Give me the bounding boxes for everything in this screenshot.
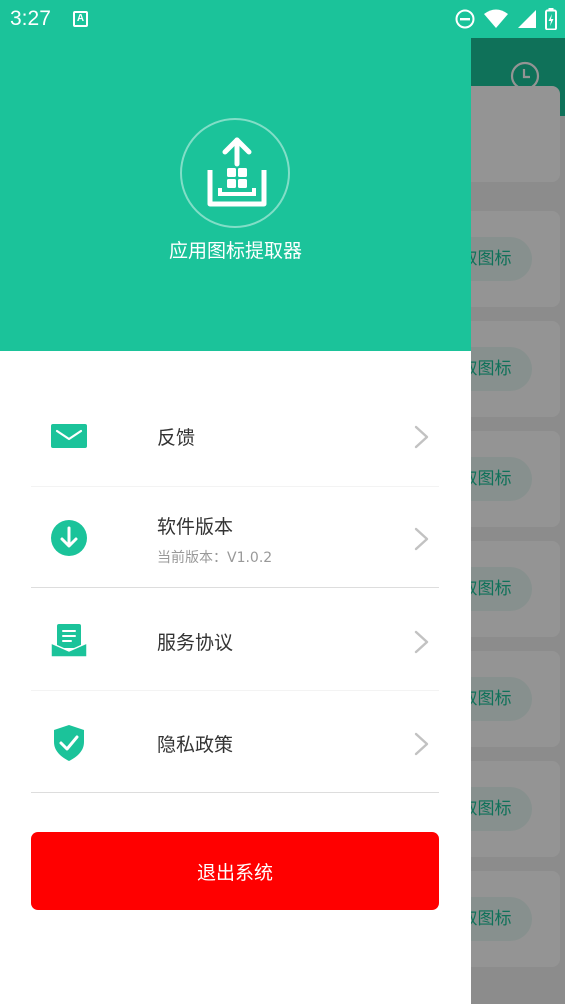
chevron-right-icon — [414, 630, 429, 654]
drawer-header: 应用图标提取器 — [0, 0, 471, 351]
menu-item-service-agreement[interactable]: 服务协议 — [31, 590, 439, 693]
menu-item-feedback[interactable]: 反馈 — [31, 385, 439, 488]
menu-item-label: 反馈 — [157, 427, 196, 449]
agreement-icon — [50, 624, 88, 658]
status-bar: 3:27 A — [0, 0, 565, 38]
app-logo — [180, 118, 290, 228]
chevron-right-icon — [414, 732, 429, 756]
status-icons — [455, 7, 557, 31]
app-name: 应用图标提取器 — [168, 240, 302, 262]
menu-item-version[interactable]: 软件版本 当前版本：V1.0.2 — [31, 487, 439, 590]
divider — [31, 792, 439, 793]
download-icon — [51, 520, 87, 556]
status-time: 3:27 — [10, 7, 51, 30]
divider — [31, 690, 439, 691]
cellular-signal-icon — [518, 10, 536, 28]
icon-extract-logo-icon — [207, 137, 267, 207]
menu-item-label: 软件版本 — [157, 516, 234, 538]
do-not-disturb-icon — [455, 9, 475, 29]
chevron-right-icon — [414, 425, 429, 449]
menu-item-label: 服务协议 — [157, 632, 234, 654]
notification-app-icon: A — [73, 11, 88, 27]
battery-icon — [545, 8, 557, 30]
version-text: 当前版本：V1.0.2 — [157, 550, 273, 566]
menu-item-privacy-policy[interactable]: 隐私政策 — [31, 692, 439, 795]
menu-item-label: 隐私政策 — [157, 734, 234, 756]
chevron-right-icon — [414, 527, 429, 551]
logout-button[interactable]: 退出系统 — [31, 832, 439, 910]
divider — [31, 587, 439, 588]
navigation-drawer: 应用图标提取器 反馈 软件版本 当前版本：V1.0.2 服务协议 隐私政策 退出… — [0, 0, 471, 1004]
shield-check-icon — [54, 725, 84, 761]
wifi-icon — [484, 9, 508, 28]
mail-icon — [51, 424, 87, 448]
